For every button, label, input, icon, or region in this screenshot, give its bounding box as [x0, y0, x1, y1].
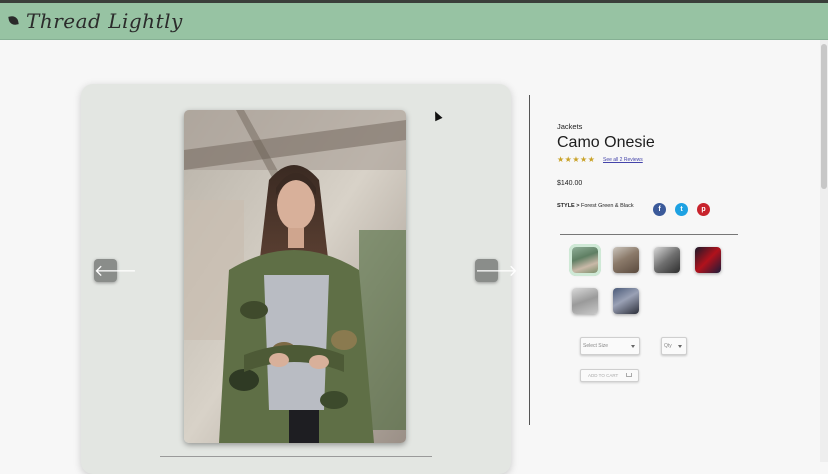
add-to-cart-button[interactable]: ADD TO CART	[580, 369, 639, 382]
add-to-cart-label: ADD TO CART	[588, 373, 619, 378]
brand-logo[interactable]: Thread Lightly	[26, 9, 183, 33]
arrow-right-icon: 🡒	[475, 261, 518, 280]
pinterest-share-button[interactable]: p	[697, 203, 710, 216]
thumbnail-5[interactable]	[572, 288, 598, 314]
chevron-down-icon	[678, 345, 682, 348]
twitter-icon: t	[680, 206, 683, 213]
cart-icon	[626, 373, 632, 377]
vertical-divider	[529, 95, 530, 425]
thumbnail-2[interactable]	[613, 247, 639, 273]
product-photo	[184, 110, 406, 443]
facebook-icon: f	[658, 206, 661, 213]
star-rating: ★★★★★	[557, 155, 596, 164]
size-select-placeholder: Select Size	[583, 343, 609, 349]
size-select[interactable]: Select Size	[580, 337, 640, 355]
see-reviews-link[interactable]: See all 2 Reviews	[603, 157, 643, 163]
product-price: $140.00	[557, 180, 583, 187]
pinterest-icon: p	[701, 206, 706, 213]
thumbnail-4[interactable]	[695, 247, 721, 273]
thumbnail-3[interactable]	[654, 247, 680, 273]
section-divider	[560, 234, 738, 235]
style-value: Forest Green & Black	[581, 203, 634, 209]
thumbnail-6[interactable]	[613, 288, 639, 314]
leaf-icon	[8, 15, 19, 26]
image-divider	[160, 456, 432, 457]
product-title: Camo Onesie	[557, 134, 655, 151]
next-image-button[interactable]: 🡒	[475, 259, 518, 282]
scrollbar-thumb[interactable]	[821, 44, 827, 189]
twitter-share-button[interactable]: t	[675, 203, 688, 216]
site-header: Thread Lightly	[0, 3, 828, 40]
style-info: STYLE > Forest Green & Black	[557, 203, 634, 209]
product-category[interactable]: Jackets	[557, 122, 582, 131]
qty-select[interactable]: Qty	[661, 337, 687, 355]
prev-image-button[interactable]: 🡐	[94, 259, 137, 282]
arrow-left-icon: 🡐	[94, 261, 137, 280]
thumbnail-1[interactable]	[569, 244, 601, 276]
qty-select-placeholder: Qty	[664, 343, 672, 349]
facebook-share-button[interactable]: f	[653, 203, 666, 216]
chevron-down-icon	[631, 345, 635, 348]
style-label: STYLE >	[557, 203, 580, 209]
